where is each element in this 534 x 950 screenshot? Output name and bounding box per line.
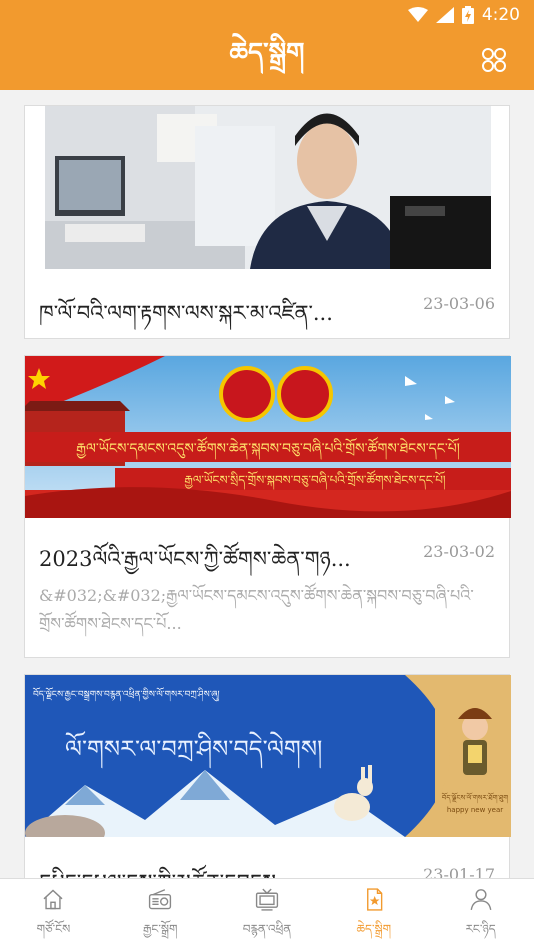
- article-card[interactable]: ཁ་ལོ་བའི་ལག་རྟགས་ལས་སྐར་མ་འཛིན་... 23-03…: [24, 105, 510, 339]
- article-date: 23-01-17: [423, 865, 495, 878]
- tab-label: བརྙན་འཕྲིན: [242, 922, 292, 936]
- article-card[interactable]: བོད་ལྗོངས་རྒྱང་བསྒྲགས་བརྙན་འཕྲིན་གྱིས་ལོ…: [24, 674, 511, 878]
- signal-icon: [435, 7, 454, 23]
- article-thumbnail: རྒྱལ་ཡོངས་དམངས་འདུས་ཚོགས་ཆེན་སྐབས་བཅུ་བཞ…: [25, 356, 511, 518]
- article-summary: &#032;&#032;རྒྱལ་ཡོངས་དམངས་འདུས་ཚོགས་ཆེན…: [39, 586, 474, 633]
- app-header: ཆེད་སྒྲིག: [0, 30, 534, 90]
- article-title: དཔྱིད་དཔལ་དུས་ཀྱི་མཚོན་དབྱངས: [39, 859, 414, 878]
- article-card[interactable]: རྒྱལ་ཡོངས་དམངས་འདུས་ཚོགས་ཆེན་སྐབས་བཅུ་བཞ…: [24, 355, 511, 658]
- newyear-side-sub: happy new year: [447, 806, 503, 814]
- article-thumbnail: བོད་ལྗོངས་རྒྱང་བསྒྲགས་བརྙན་འཕྲིན་གྱིས་ལོ…: [25, 675, 511, 837]
- bottom-tab-bar: གཙོ་ངོས རྒྱང་སྒྲོག བརྙན་འཕྲིན ཆེད་སྒྲིག: [0, 878, 534, 950]
- star-doc-icon: [366, 888, 383, 911]
- article-thumbnail: [45, 106, 491, 269]
- battery-icon: [461, 6, 474, 24]
- article-date: 23-03-06: [423, 294, 495, 313]
- article-feed[interactable]: ཁ་ལོ་བའི་ལག་རྟགས་ལས་སྐར་མ་འཛིན་... 23-03…: [0, 90, 534, 878]
- article-title: ཁ་ལོ་བའི་ལག་རྟགས་ལས་སྐར་མ་འཛིན་...: [39, 301, 333, 325]
- wifi-icon: [407, 7, 428, 22]
- page-title: ཆེད་སྒྲིག: [229, 37, 305, 68]
- article-date: 23-03-02: [423, 542, 495, 561]
- tab-home[interactable]: གཙོ་ངོས: [0, 879, 107, 950]
- tv-icon: [255, 888, 279, 911]
- radio-icon: [149, 889, 172, 910]
- tab-label: གཙོ་ངོས: [36, 922, 71, 936]
- tab-special[interactable]: ཆེད་སྒྲིག: [320, 879, 427, 950]
- app-root: 4:20 ཆེད་སྒྲིག ཁ་ལོ་བའི་ལག་རྟགས་ལས་སྐར་མ…: [0, 0, 534, 950]
- home-icon: [43, 889, 63, 910]
- tab-radio[interactable]: རྒྱང་སྒྲོག: [107, 879, 214, 950]
- tab-profile[interactable]: རང་ཉིད: [427, 879, 534, 950]
- tab-label: ཆེད་སྒྲིག: [356, 922, 392, 936]
- person-icon: [470, 889, 491, 911]
- tab-label: རྒྱང་སྒྲོག: [142, 922, 178, 936]
- tab-tv[interactable]: བརྙན་འཕྲིན: [214, 879, 321, 950]
- category-grid-icon[interactable]: [480, 46, 508, 74]
- status-time: 4:20: [481, 5, 520, 25]
- tab-label: རང་ཉིད: [465, 922, 496, 936]
- newyear-top-text: བོད་ལྗོངས་རྒྱང་བསྒྲགས་བརྙན་འཕྲིན་གྱིས་ལོ…: [33, 687, 220, 702]
